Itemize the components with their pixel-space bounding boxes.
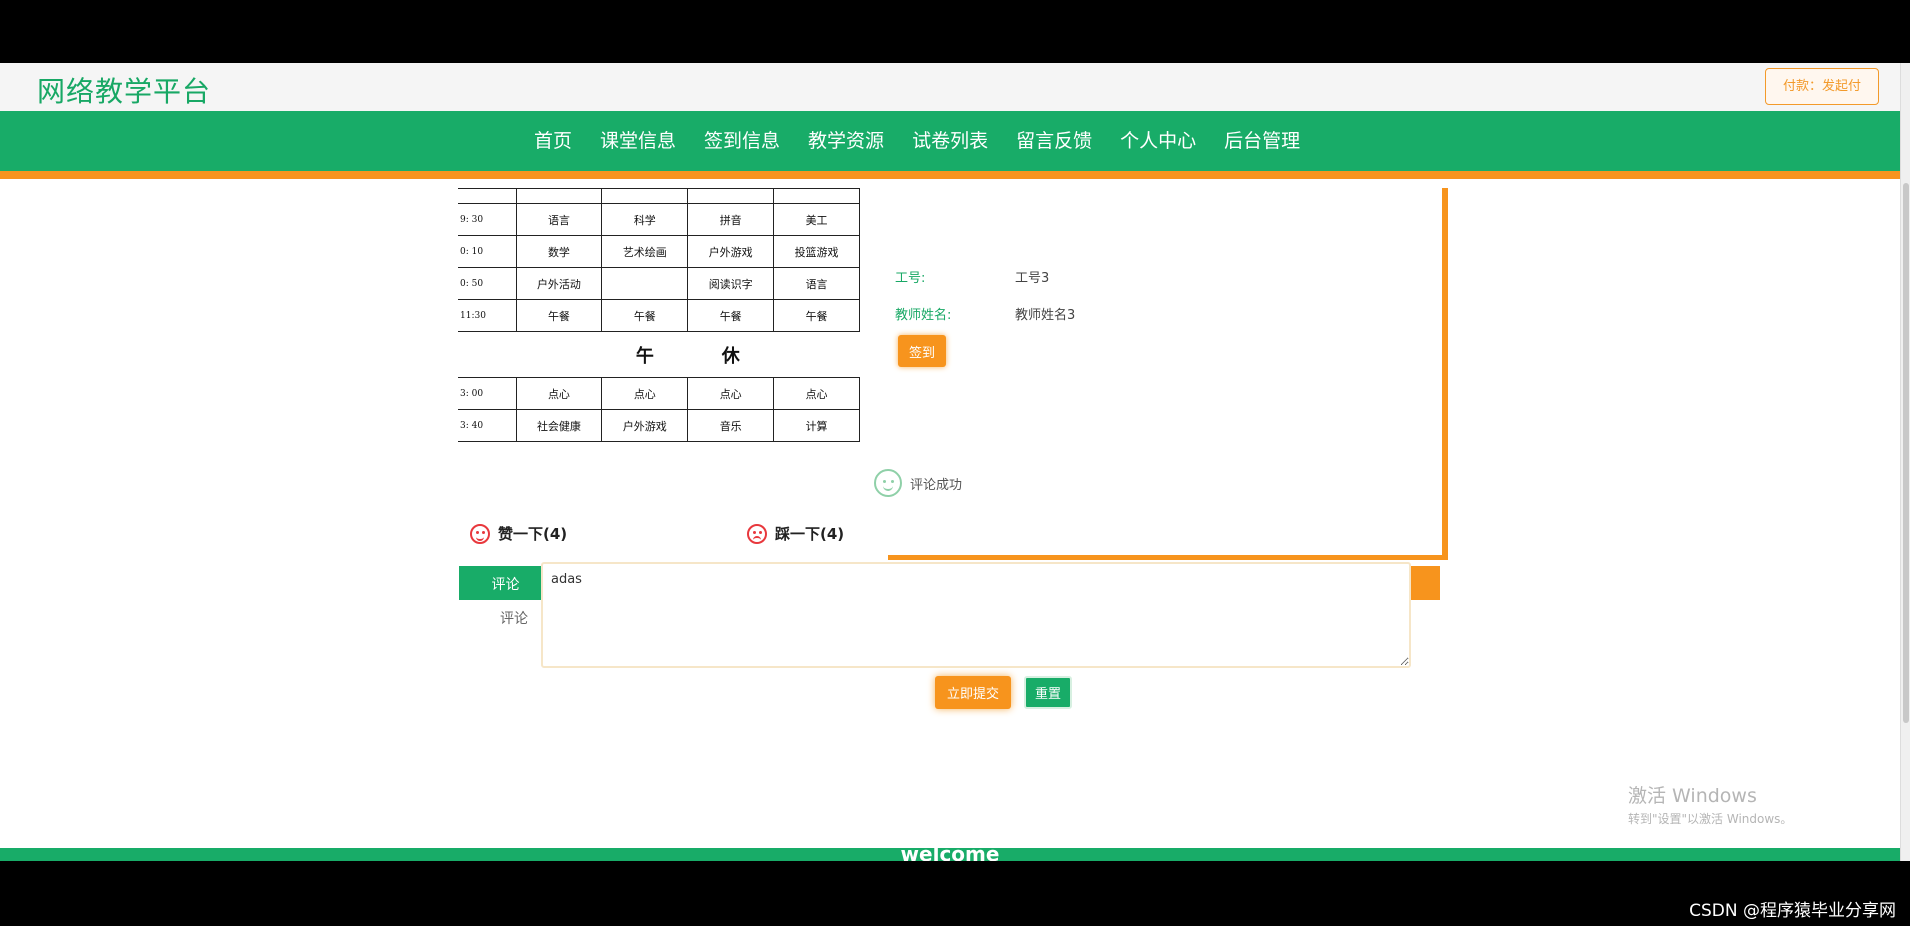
table-row — [458, 188, 860, 204]
table-row: 11:30 午餐 午餐 午餐 午餐 — [458, 299, 860, 332]
teacher-name-label: 教师姓名: — [895, 308, 952, 323]
top-header: 网络教学平台 付款：发起付 — [0, 63, 1900, 111]
smile-icon — [874, 469, 902, 497]
teacher-id-value: 工号3 — [1015, 271, 1050, 286]
watermark-title: 激活 Windows — [1628, 785, 1757, 807]
like-button[interactable]: 赞一下(4) — [470, 523, 567, 544]
main-navbar: 首页 课堂信息 签到信息 教学资源 试卷列表 留言反馈 个人中心 后台管理 — [0, 111, 1900, 179]
dislike-button[interactable]: 踩一下(4) — [747, 523, 844, 544]
schedule-table: 9: 30 语言 科学 拼音 美工 0: 10 数学 艺术绘画 户外游戏 投篮游… — [458, 188, 860, 442]
sad-face-icon — [747, 523, 767, 544]
teacher-id-label: 工号: — [895, 271, 926, 286]
happy-face-icon — [470, 523, 490, 544]
csdn-watermark: CSDN @程序猿毕业分享网 — [1689, 901, 1896, 921]
nav-item-resources[interactable]: 教学资源 — [794, 111, 898, 171]
page-footer: welcome — [0, 842, 1900, 861]
dislike-label: 踩一下(4) — [775, 525, 845, 543]
nav-item-signin[interactable]: 签到信息 — [690, 111, 794, 171]
scrollbar-thumb[interactable] — [1903, 183, 1909, 723]
table-row: 午 休 — [458, 331, 860, 378]
site-title[interactable]: 网络教学平台 — [37, 70, 211, 110]
teacher-name-value: 教师姓名3 — [1015, 308, 1076, 323]
nav-item-feedback[interactable]: 留言反馈 — [1002, 111, 1106, 171]
submit-button[interactable]: 立即提交 — [935, 676, 1011, 709]
teacher-info-panel: 工号: 工号3 教师姓名: 教师姓名3 签到 评论成功 — [874, 188, 1448, 560]
signin-button[interactable]: 签到 — [898, 335, 946, 367]
nav-list: 首页 课堂信息 签到信息 教学资源 试卷列表 留言反馈 个人中心 后台管理 — [520, 111, 1314, 171]
like-label: 赞一下(4) — [498, 525, 568, 543]
user-account-button[interactable]: 付款：发起付 — [1765, 68, 1879, 105]
reset-button[interactable]: 重置 — [1024, 676, 1072, 709]
comment-input[interactable]: adas — [541, 562, 1411, 668]
nav-item-profile[interactable]: 个人中心 — [1106, 111, 1210, 171]
tab-comment[interactable]: 评论 — [459, 566, 552, 600]
nav-item-classroom[interactable]: 课堂信息 — [586, 111, 690, 171]
activate-windows-watermark: 激活 Windows 转到"设置"以激活 Windows。 — [1628, 781, 1792, 827]
table-row: 0: 10 数学 艺术绘画 户外游戏 投篮游戏 — [458, 235, 860, 268]
table-row: 0: 50 户外活动 阅读识字 语言 — [458, 267, 860, 300]
schedule-image: 9: 30 语言 科学 拼音 美工 0: 10 数学 艺术绘画 户外游戏 投篮游… — [458, 188, 860, 498]
comment-success-message: 评论成功 — [874, 469, 962, 497]
nav-item-admin[interactable]: 后台管理 — [1210, 111, 1314, 171]
success-text: 评论成功 — [910, 477, 963, 493]
nav-item-exams[interactable]: 试卷列表 — [898, 111, 1002, 171]
table-row: 3: 00 点心 点心 点心 点心 — [458, 377, 860, 410]
watermark-subtitle: 转到"设置"以激活 Windows。 — [1628, 812, 1793, 826]
table-row: 3: 40 社会健康 户外游戏 音乐 计算 — [458, 409, 860, 442]
footer-text: welcome — [900, 842, 1000, 861]
table-row: 9: 30 语言 科学 拼音 美工 — [458, 203, 860, 236]
comment-field-label: 评论 — [500, 611, 528, 627]
vertical-scrollbar[interactable] — [1900, 63, 1910, 861]
nav-item-home[interactable]: 首页 — [520, 111, 586, 171]
browser-viewport: 网络教学平台 付款：发起付 首页 课堂信息 签到信息 教学资源 试卷列表 留言反… — [0, 63, 1910, 861]
